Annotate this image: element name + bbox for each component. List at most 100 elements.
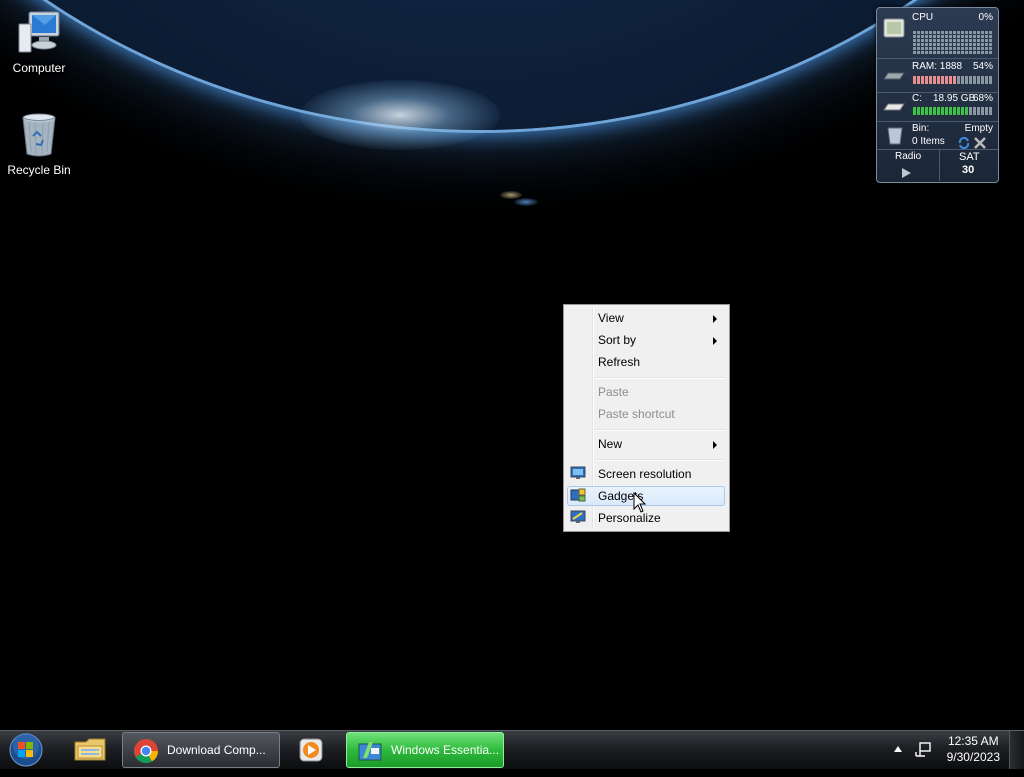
bin-status-text: Empty [964,123,993,134]
hard-drive-icon [883,102,905,115]
meter-row [913,26,993,34]
meter-cell [945,107,948,115]
meter-cell [977,51,980,54]
cpu-bar [913,26,993,54]
meter-cell [937,107,940,115]
meter-cell [977,76,980,84]
submenu-arrow-icon [713,441,717,449]
system-clock[interactable]: 12:35 AM 9/30/2023 [947,733,1000,765]
meter-cell [921,76,924,84]
day-number: 30 [962,164,975,176]
meter-cell [945,51,948,54]
meter-cell [961,107,964,115]
meter-cell [945,76,948,84]
meter-cell [937,51,940,54]
meter-cell [969,107,972,115]
meter-cell [917,76,920,84]
submenu-arrow-icon [713,315,717,323]
menu-separator [595,429,725,431]
menu-item-label: Screen resolution [598,467,692,481]
menu-item-label: Sort by [598,333,637,347]
meter-cell [917,51,920,54]
menu-item-label: Paste [598,385,629,399]
meter-row [913,30,993,38]
meter-cell [937,76,940,84]
meter-cell [929,76,932,84]
meter-cell [941,51,944,54]
screen-resolution-icon [570,466,586,480]
cpu-label: CPU [912,12,934,23]
meter-cell [921,51,924,54]
meter-cell [981,76,984,84]
menu-item-refresh[interactable]: Refresh [567,352,725,372]
disk-value: 68% [972,93,993,104]
meter-cell [969,76,972,84]
meter-cell [981,51,984,54]
menu-item-label: Paste shortcut [598,407,675,421]
start-button[interactable] [7,732,45,768]
menu-separator [595,459,725,461]
cpu-chip-icon [883,18,905,41]
bin-items: 0 Items [912,136,945,147]
meter-cell [949,107,952,115]
meter-cell [957,51,960,54]
meter-cell [985,51,988,54]
desktop[interactable]: Computer Recycle Bin CPU 0% RAM: 1888 54… [0,0,1024,730]
taskbar-button-label: Download Comp... [167,743,266,757]
menu-item-screen-resolution[interactable]: Screen resolution [567,464,725,484]
meter-cell [973,107,976,115]
calendar-widget: SAT 30 [940,149,998,181]
desktop-icon-label: Computer [12,61,66,75]
system-monitor-gadget[interactable]: CPU 0% RAM: 1888 54% C: 18.95 GB 68% Bin… [876,7,999,183]
show-desktop-button[interactable] [1009,731,1024,769]
file-explorer-icon [74,736,106,775]
earth-wallpaper [0,0,1024,130]
meter-cell [985,76,988,84]
bin-status: Bin: Empty 0 Items [877,122,998,150]
bin-label: Bin: [912,123,930,134]
show-hidden-icons-button[interactable] [894,746,902,752]
ram-value: 54% [972,61,993,72]
meter-cell [953,51,956,54]
taskbar-button-media-player[interactable] [282,732,338,766]
wallpaper-sun-glow [300,80,500,150]
menu-item-label: New [598,437,623,451]
cpu-value: 0% [978,12,993,23]
meter-cell [977,107,980,115]
desktop-icon-computer[interactable]: Computer [3,10,75,75]
meter-cell [973,51,976,54]
menu-item-view[interactable]: View [567,308,725,328]
meter-row [913,38,993,46]
meter-cell [949,76,952,84]
menu-item-sort-by[interactable]: Sort by [567,330,725,350]
meter-cell [921,107,924,115]
meter-cell [965,51,968,54]
personalize-icon [570,510,586,524]
meter-cell [933,76,936,84]
meter-cell [953,76,956,84]
ram-bar [913,76,993,84]
mouse-cursor-icon [633,491,647,517]
disk-meter: C: 18.95 GB 68% [877,93,998,122]
meter-cell [969,51,972,54]
disk-size: 18.95 GB [933,93,976,104]
taskbar-button-explorer[interactable] [60,732,118,766]
ram-label: RAM: 1888 [912,61,963,72]
radio-widget[interactable]: Radio [877,149,940,181]
clock-date: 9/30/2023 [946,750,1000,764]
submenu-arrow-icon [713,337,717,345]
menu-item-new[interactable]: New [567,434,725,454]
network-icon[interactable] [914,742,932,761]
menu-item-paste-shortcut: Paste shortcut [567,404,725,424]
chrome-icon [133,738,159,777]
taskbar: Download Comp... Windows Essentia... 12:… [0,730,1024,769]
meter-cell [929,51,932,54]
taskbar-button-windows-essentials[interactable]: Windows Essentia... [346,732,504,768]
taskbar-button-chrome[interactable]: Download Comp... [122,732,280,768]
meter-cell [957,107,960,115]
play-icon[interactable] [902,168,911,178]
desktop-icon-recycle-bin[interactable]: Recycle Bin [3,112,75,177]
meter-row [913,42,993,50]
wallpaper-lens-flare [514,198,538,206]
meter-cell [989,76,992,84]
